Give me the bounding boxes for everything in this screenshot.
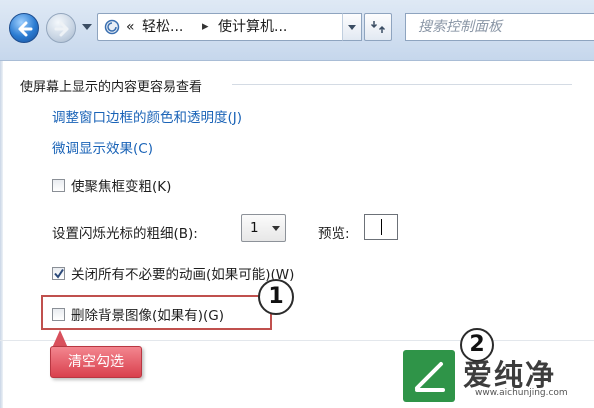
section-heading: 使屏幕上显示的内容更容易查看 bbox=[20, 80, 203, 95]
bottom-divider bbox=[0, 340, 594, 341]
address-bar[interactable]: « 轻松... ▸ 使计算机... bbox=[97, 13, 362, 41]
cursor-thickness-select[interactable]: 1 bbox=[241, 214, 286, 242]
refresh-icon bbox=[370, 21, 386, 33]
search-input[interactable]: 搜索控制面板 bbox=[405, 13, 594, 41]
focus-thick-label[interactable]: 使聚焦框变粗(K) bbox=[71, 175, 171, 195]
checkmark-icon bbox=[54, 268, 64, 279]
fine-tune-display-link[interactable]: 微调显示效果(C) bbox=[52, 137, 153, 157]
back-button[interactable] bbox=[9, 13, 39, 43]
watermark-url: www.aichunjing.com bbox=[475, 388, 568, 398]
focus-thick-checkbox[interactable] bbox=[52, 178, 65, 192]
recent-pages-dropdown[interactable] bbox=[82, 24, 92, 30]
animations-option[interactable]: 关闭所有不必要的动画(如果可能)(W) bbox=[52, 263, 294, 283]
step-marker-1: 1 bbox=[258, 279, 294, 315]
window-edge bbox=[0, 61, 3, 408]
breadcrumb-separator[interactable]: ▸ bbox=[202, 14, 209, 40]
refresh-button[interactable] bbox=[364, 13, 392, 41]
preview-label: 预览: bbox=[318, 226, 350, 242]
search-placeholder: 搜索控制面板 bbox=[418, 19, 502, 35]
highlight-box bbox=[41, 295, 272, 330]
breadcrumb-prefix[interactable]: « bbox=[126, 14, 135, 40]
focus-thick-option[interactable]: 使聚焦框变粗(K) bbox=[52, 175, 171, 195]
section-divider bbox=[232, 84, 572, 85]
animations-label[interactable]: 关闭所有不必要的动画(如果可能)(W) bbox=[71, 263, 294, 283]
breadcrumb-item-current[interactable]: 使计算机... bbox=[218, 14, 287, 40]
adjust-border-color-link[interactable]: 调整窗口边框的颜色和透明度(J) bbox=[52, 106, 242, 126]
animations-checkbox[interactable] bbox=[52, 266, 65, 280]
navigation-bar: « 轻松... ▸ 使计算机... 搜索控制面板 bbox=[0, 0, 594, 61]
watermark-logo-icon bbox=[403, 350, 455, 402]
forward-arrow-icon bbox=[54, 21, 69, 37]
cursor-thickness-label: 设置闪烁光标的粗细(B): bbox=[52, 226, 198, 242]
chevron-down-icon bbox=[272, 226, 280, 231]
cursor-preview bbox=[364, 214, 398, 240]
callout-label: 清空勾选 bbox=[50, 346, 142, 378]
address-dropdown-button[interactable] bbox=[342, 13, 362, 41]
cursor-thickness-value: 1 bbox=[250, 220, 259, 236]
forward-button[interactable] bbox=[46, 13, 76, 43]
breadcrumb-item-ease-of-access[interactable]: 轻松... bbox=[142, 14, 183, 40]
back-arrow-icon bbox=[18, 21, 33, 37]
control-panel-icon bbox=[104, 19, 120, 35]
